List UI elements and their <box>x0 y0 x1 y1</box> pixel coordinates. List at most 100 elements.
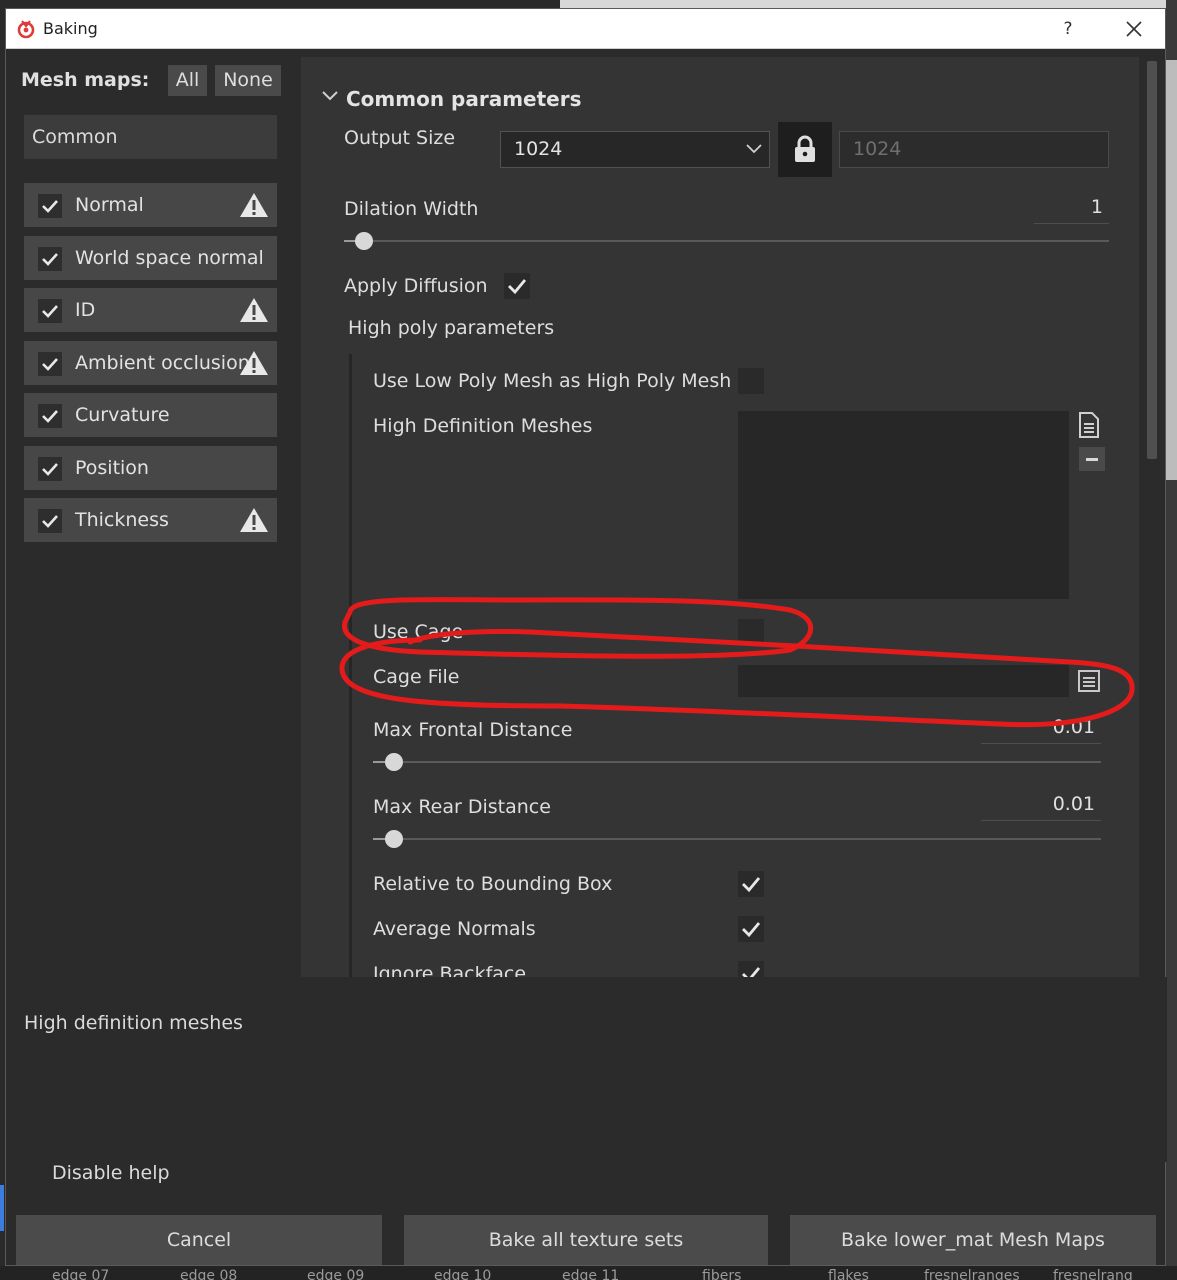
average-normals-checkbox[interactable] <box>738 916 764 942</box>
minus-icon <box>1086 458 1098 461</box>
bake-lower-mat-button[interactable]: Bake lower_mat Mesh Maps <box>790 1215 1156 1265</box>
max-frontal-distance-input[interactable]: 0.01 <box>981 716 1101 744</box>
cage-file-field[interactable] <box>738 665 1069 697</box>
max-rear-distance-slider-handle[interactable] <box>385 830 403 848</box>
common-tab[interactable]: Common <box>24 115 277 159</box>
mesh-maps-heading: Mesh maps: <box>21 69 150 91</box>
remove-mesh-button[interactable] <box>1079 447 1105 471</box>
background-label: edge 08 <box>180 1268 238 1280</box>
checkmark-icon <box>742 877 761 893</box>
use-low-poly-label: Use Low Poly Mesh as High Poly Mesh <box>373 370 732 392</box>
map-label: Position <box>75 457 149 479</box>
max-frontal-distance-slider[interactable] <box>373 761 1101 763</box>
output-size-label: Output Size <box>344 127 456 149</box>
background-label: edge 11 <box>562 1268 620 1280</box>
lock-ratio-button[interactable] <box>778 122 832 177</box>
background-strip <box>560 0 1177 8</box>
max-rear-distance-label: Max Rear Distance <box>373 796 551 818</box>
max-frontal-distance-slider-handle[interactable] <box>385 753 403 771</box>
checkmark-icon <box>42 253 58 266</box>
dilation-width-slider-handle[interactable] <box>355 232 373 250</box>
use-cage-checkbox[interactable] <box>738 619 764 645</box>
scrollbar-thumb[interactable] <box>1147 61 1157 459</box>
high-poly-parameters-title: High poly parameters <box>348 317 555 339</box>
max-frontal-distance-label: Max Frontal Distance <box>373 719 573 741</box>
chevron-down-icon[interactable] <box>321 90 339 102</box>
warning-icon <box>240 508 268 532</box>
map-label: Normal <box>75 194 144 216</box>
help-text: High definition meshes <box>24 1012 243 1034</box>
map-item-world-space-normal[interactable]: World space normal <box>24 236 277 280</box>
warning-icon <box>240 298 268 322</box>
title-bar: Baking ? <box>6 9 1165 49</box>
map-label: Thickness <box>75 509 169 531</box>
cage-file-label: Cage File <box>373 666 460 688</box>
checkmark-icon <box>742 967 761 977</box>
common-parameters-title: Common parameters <box>346 87 582 111</box>
checkmark-icon <box>42 305 58 318</box>
mesh-maps-panel: Mesh maps: All None Common Normal World … <box>6 49 296 977</box>
background-accent <box>0 1185 4 1231</box>
map-checkbox[interactable] <box>38 299 62 323</box>
map-checkbox[interactable] <box>38 509 62 533</box>
help-panel: High definition meshes <box>6 977 1167 1162</box>
warning-icon <box>240 193 268 217</box>
checkmark-icon <box>42 200 58 213</box>
background-label: fresnelranges <box>924 1268 1020 1280</box>
map-checkbox[interactable] <box>38 194 62 218</box>
map-item-position[interactable]: Position <box>24 446 277 490</box>
map-label: World space normal <box>75 247 264 269</box>
bake-all-button[interactable]: Bake all texture sets <box>404 1215 768 1265</box>
ignore-backface-checkbox[interactable] <box>738 961 764 977</box>
checkmark-icon <box>508 279 527 295</box>
output-size-select[interactable]: 1024 <box>500 131 770 168</box>
map-checkbox[interactable] <box>38 247 62 271</box>
average-normals-label: Average Normals <box>373 918 536 940</box>
warning-icon <box>240 351 268 375</box>
map-checkbox[interactable] <box>38 352 62 376</box>
add-file-icon[interactable] <box>1078 412 1100 438</box>
hd-meshes-list[interactable] <box>738 411 1069 599</box>
map-label: Curvature <box>75 404 170 426</box>
background-material-row: edge 07 edge 08 edge 09 edge 10 edge 11 … <box>0 1266 1177 1280</box>
substance-logo-icon <box>17 20 35 39</box>
background-label: flakes <box>828 1268 869 1280</box>
help-button[interactable]: ? <box>1056 16 1080 42</box>
disable-help-link[interactable]: Disable help <box>52 1162 170 1184</box>
background-label: edge 09 <box>307 1268 365 1280</box>
chevron-down-icon <box>746 144 762 154</box>
dilation-width-slider[interactable] <box>344 240 1109 242</box>
select-all-button[interactable]: All <box>168 65 207 96</box>
background-label: fibers <box>702 1268 742 1280</box>
map-checkbox[interactable] <box>38 457 62 481</box>
apply-diffusion-label: Apply Diffusion <box>344 275 488 297</box>
checkmark-icon <box>742 922 761 938</box>
map-item-thickness[interactable]: Thickness <box>24 498 277 542</box>
close-icon[interactable] <box>1120 15 1148 43</box>
ignore-backface-label: Ignore Backface <box>373 963 527 977</box>
checkmark-icon <box>42 358 58 371</box>
background-viewport-render <box>1166 60 1177 480</box>
use-low-poly-checkbox[interactable] <box>738 368 764 394</box>
map-item-curvature[interactable]: Curvature <box>24 393 277 437</box>
relative-bbox-checkbox[interactable] <box>738 871 764 897</box>
file-browse-icon[interactable] <box>1077 669 1101 693</box>
dilation-width-input[interactable]: 1 <box>1034 196 1109 224</box>
map-item-normal[interactable]: Normal <box>24 183 277 227</box>
max-rear-distance-slider[interactable] <box>373 838 1101 840</box>
max-rear-distance-input[interactable]: 0.01 <box>981 793 1101 821</box>
map-item-id[interactable]: ID <box>24 288 277 332</box>
parameters-panel: Common parameters Output Size 1024 1024 … <box>301 57 1139 977</box>
use-cage-label: Use Cage <box>373 621 464 643</box>
checkmark-icon <box>42 410 58 423</box>
lock-icon <box>795 135 815 162</box>
cancel-button[interactable]: Cancel <box>16 1215 382 1265</box>
dilation-width-label: Dilation Width <box>344 198 479 220</box>
background-label: fresnelrang <box>1053 1268 1133 1280</box>
subsection-divider <box>349 354 352 977</box>
map-item-ambient-occlusion[interactable]: Ambient occlusion <box>24 341 277 385</box>
apply-diffusion-checkbox[interactable] <box>504 273 530 299</box>
select-none-button[interactable]: None <box>215 65 281 96</box>
map-checkbox[interactable] <box>38 404 62 428</box>
hd-meshes-label: High Definition Meshes <box>373 415 593 437</box>
